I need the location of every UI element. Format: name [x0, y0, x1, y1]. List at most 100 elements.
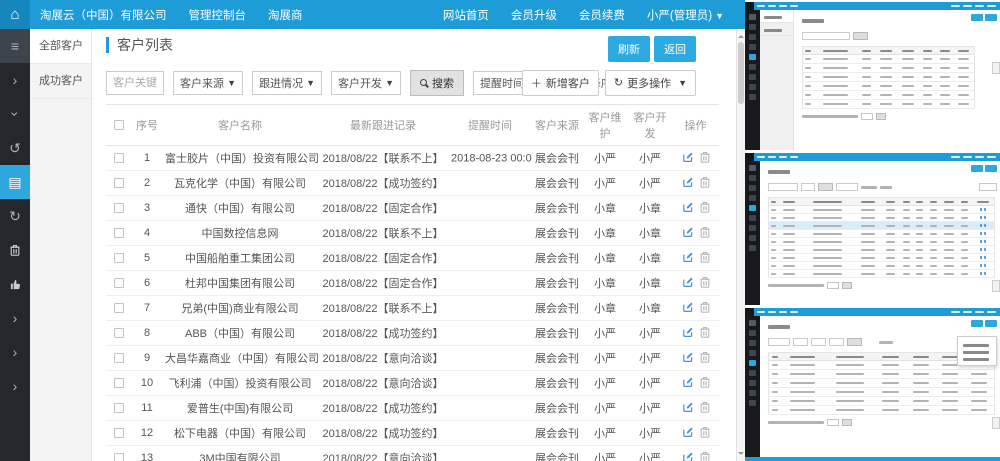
delete-icon[interactable]	[700, 226, 710, 241]
select-all-checkbox[interactable]	[114, 120, 124, 130]
delete-icon[interactable]	[700, 376, 710, 391]
refresh-button[interactable]: 刷新	[608, 36, 650, 62]
topbar-right-item[interactable]: 会员升级	[500, 7, 568, 23]
preview-window-edge	[745, 457, 1000, 461]
developer-select[interactable]: 客户开发▼	[331, 71, 401, 95]
row-checkbox[interactable]	[114, 303, 124, 313]
delete-icon[interactable]	[700, 301, 710, 316]
customer-source: 展会会刊	[532, 371, 582, 396]
delete-icon[interactable]	[700, 201, 710, 216]
table-row: 4中国数控信息网2018/08/22【联系不上】展会会刊小章小章	[106, 221, 719, 246]
sidebar-trash-icon[interactable]	[0, 233, 30, 267]
delete-icon[interactable]	[700, 401, 710, 416]
home-button[interactable]: ⌂	[0, 0, 30, 29]
customer-name: 飞利浦（中国）投资有限公司	[162, 371, 318, 396]
row-checkbox[interactable]	[114, 278, 124, 288]
sidebar-chevron-right-icon[interactable]: ›	[0, 369, 30, 403]
followup-select[interactable]: 跟进情况▼	[252, 71, 322, 95]
edit-icon[interactable]	[682, 301, 694, 316]
refresh-circle-icon: ↻	[614, 76, 623, 89]
row-checkbox[interactable]	[114, 178, 124, 188]
edit-icon[interactable]	[682, 201, 694, 216]
topbar-menu-item[interactable]: 管理控制台	[178, 7, 258, 23]
customer-source: 展会会刊	[532, 271, 582, 296]
sidebar-thumbs-up-icon[interactable]	[0, 267, 30, 301]
row-checkbox[interactable]	[114, 153, 124, 163]
scrollbar-thumb[interactable]	[738, 42, 744, 104]
sidebar-item-success-customers[interactable]: 成功客户	[30, 64, 91, 99]
delete-icon[interactable]	[700, 276, 710, 291]
row-checkbox[interactable]	[114, 203, 124, 213]
delete-icon[interactable]	[700, 151, 710, 166]
brand-company-name[interactable]: 淘展云（中国）有限公司	[30, 7, 178, 23]
source-select[interactable]: 客户来源▼	[173, 71, 243, 95]
row-checkbox[interactable]	[114, 228, 124, 238]
search-button[interactable]: 搜索	[410, 70, 464, 96]
sidebar-undo-icon[interactable]: ↺	[0, 131, 30, 165]
edit-icon[interactable]	[682, 426, 694, 441]
customer-maintainer: 小严	[582, 146, 628, 171]
preview-sidebar	[745, 10, 760, 150]
edit-icon[interactable]	[682, 401, 694, 416]
sidebar-item-all-customers[interactable]: 全部客户	[30, 29, 91, 64]
delete-icon[interactable]	[700, 426, 710, 441]
row-checkbox[interactable]	[114, 428, 124, 438]
sidebar-redo-icon[interactable]: ↻	[0, 199, 30, 233]
preview-table-row	[769, 370, 994, 379]
reminder-time	[448, 321, 532, 346]
row-no: 5	[132, 246, 162, 271]
sidebar-menu-icon[interactable]: ≡	[0, 29, 30, 63]
row-checkbox[interactable]	[114, 353, 124, 363]
delete-icon[interactable]	[700, 351, 710, 366]
topbar-menu-item[interactable]: 淘展商	[257, 7, 314, 23]
sidebar-chevron-right-icon[interactable]: ›	[0, 63, 30, 97]
sidebar-chevron-down-icon[interactable]: ›	[0, 97, 30, 131]
delete-icon[interactable]	[700, 451, 710, 461]
edit-icon[interactable]	[682, 376, 694, 391]
sidebar-chevron-right-icon[interactable]: ›	[0, 301, 30, 335]
preview-table-row	[769, 379, 994, 388]
sidebar-list-icon[interactable]: ▤	[0, 165, 30, 199]
preview-window-1[interactable]	[745, 2, 1000, 150]
more-actions-button[interactable]: ↻更多操作▼	[605, 70, 696, 96]
edit-icon[interactable]	[682, 326, 694, 341]
row-checkbox[interactable]	[114, 328, 124, 338]
scroll-up-arrow[interactable]	[738, 32, 744, 38]
topbar-right-item[interactable]: 网站首页	[432, 7, 500, 23]
row-checkbox[interactable]	[114, 253, 124, 263]
row-no: 1	[132, 146, 162, 171]
customer-name: 中国数控信息网	[162, 221, 318, 246]
row-checkbox[interactable]	[114, 453, 124, 461]
keyword-input[interactable]	[106, 71, 164, 95]
delete-icon[interactable]	[700, 251, 710, 266]
delete-icon[interactable]	[700, 326, 710, 341]
table-row: 3通快（中国）有限公司2018/08/22【固定合作】展会会刊小章小章	[106, 196, 719, 221]
user-menu-label: 小严(管理员)	[647, 10, 712, 22]
row-operations	[672, 271, 719, 296]
row-checkbox[interactable]	[114, 378, 124, 388]
customer-name: 兄弟(中国)商业有限公司	[162, 296, 318, 321]
latest-record: 2018/08/22【联系不上】	[318, 146, 448, 171]
customer-developer: 小严	[628, 146, 672, 171]
preview-window-2[interactable]	[745, 153, 1000, 305]
reminder-time	[448, 421, 532, 446]
reminder-time: 2018-08-23 00:00	[448, 146, 532, 171]
vertical-scrollbar[interactable]	[736, 29, 745, 461]
edit-icon[interactable]	[682, 226, 694, 241]
row-checkbox[interactable]	[114, 403, 124, 413]
add-customer-button[interactable]: ＋新增客户	[522, 70, 599, 96]
edit-icon[interactable]	[682, 151, 694, 166]
edit-icon[interactable]	[682, 351, 694, 366]
delete-icon[interactable]	[700, 176, 710, 191]
edit-icon[interactable]	[682, 176, 694, 191]
edit-icon[interactable]	[682, 251, 694, 266]
preview-window-3[interactable]	[745, 308, 1000, 457]
topbar-right-item[interactable]: 会员续费	[568, 7, 636, 23]
edit-icon[interactable]	[682, 276, 694, 291]
table-row: 1富士胶片（中国）投资有限公司2018/08/22【联系不上】2018-08-2…	[106, 146, 719, 171]
scroll-down-arrow[interactable]	[738, 452, 744, 458]
user-menu[interactable]: 小严(管理员)▼	[636, 7, 735, 23]
edit-icon[interactable]	[682, 451, 694, 461]
sidebar-chevron-right-icon[interactable]: ›	[0, 335, 30, 369]
back-button[interactable]: 返回	[654, 36, 696, 62]
